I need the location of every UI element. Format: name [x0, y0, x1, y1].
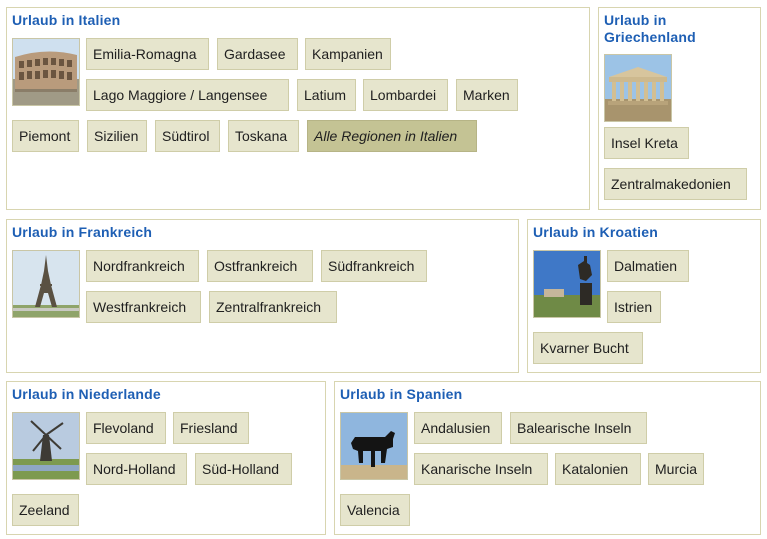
italy-colosseum-image[interactable] — [12, 38, 80, 106]
region-link[interactable]: Ostfrankreich — [207, 250, 313, 282]
croatia-statue-image[interactable] — [533, 250, 601, 318]
croatia-section: Urlaub in Kroatien Dalmatien Istrien Kvarn… — [527, 219, 761, 373]
region-link[interactable]: Murcia — [648, 453, 704, 485]
italy-title[interactable]: Urlaub in Italien — [12, 12, 120, 29]
region-link[interactable]: Nord-Holland — [86, 453, 187, 485]
greece-section: Urlaub in Griechenland Insel Kreta Zentral… — [598, 7, 761, 210]
region-link[interactable]: Friesland — [173, 412, 249, 444]
region-link[interactable]: Lombardei — [363, 79, 448, 111]
region-link[interactable]: Piemont — [12, 120, 79, 152]
france-eiffel-tower-image[interactable] — [12, 250, 80, 318]
all-regions-link[interactable]: Alle Regionen in Italien — [307, 120, 477, 152]
region-link[interactable]: Lago Maggiore / Langensee — [86, 79, 289, 111]
region-link[interactable]: Süd-Holland — [195, 453, 292, 485]
region-link[interactable]: Dalmatien — [607, 250, 689, 282]
region-link[interactable]: Valencia — [340, 494, 410, 526]
region-link[interactable]: Andalusien — [414, 412, 502, 444]
greece-title-line1: Urlaub in — [604, 12, 667, 28]
france-section: Urlaub in Frankreich Nordfrankreich Ostfr… — [6, 219, 519, 373]
greece-title[interactable]: Urlaub in Griechenland — [604, 12, 696, 46]
region-link[interactable]: Kvarner Bucht — [533, 332, 643, 364]
region-link[interactable]: Kampanien — [305, 38, 391, 70]
region-link[interactable]: Insel Kreta — [604, 127, 689, 159]
region-link[interactable]: Südtirol — [155, 120, 220, 152]
region-link[interactable]: Emilia-Romagna — [86, 38, 209, 70]
region-link[interactable]: Nordfrankreich — [86, 250, 199, 282]
region-link[interactable]: Zeeland — [12, 494, 79, 526]
spain-section: Urlaub in Spanien Andalusien Balearische … — [334, 381, 761, 535]
region-link[interactable]: Istrien — [607, 291, 661, 323]
region-link[interactable]: Gardasee — [217, 38, 298, 70]
croatia-title[interactable]: Urlaub in Kroatien — [533, 224, 658, 241]
france-title[interactable]: Urlaub in Frankreich — [12, 224, 152, 241]
region-link[interactable]: Toskana — [228, 120, 299, 152]
netherlands-windmill-image[interactable] — [12, 412, 80, 480]
region-link[interactable]: Latium — [297, 79, 356, 111]
netherlands-section: Urlaub in Niederlande Flevoland Friesland… — [6, 381, 326, 535]
region-link[interactable]: Kanarische Inseln — [414, 453, 548, 485]
region-link[interactable]: Sizilien — [87, 120, 147, 152]
region-link[interactable]: Marken — [456, 79, 518, 111]
greece-title-line2: Griechenland — [604, 29, 696, 45]
spain-bull-image[interactable] — [340, 412, 408, 480]
netherlands-title[interactable]: Urlaub in Niederlande — [12, 386, 161, 403]
region-link[interactable]: Südfrankreich — [321, 250, 427, 282]
region-link[interactable]: Westfrankreich — [86, 291, 201, 323]
region-link[interactable]: Balearische Inseln — [510, 412, 647, 444]
region-link[interactable]: Flevoland — [86, 412, 166, 444]
region-link[interactable]: Zentralfrankreich — [209, 291, 337, 323]
region-link[interactable]: Katalonien — [555, 453, 641, 485]
greece-parthenon-image[interactable] — [604, 54, 672, 122]
region-link[interactable]: Zentralmakedonien — [604, 168, 747, 200]
spain-title[interactable]: Urlaub in Spanien — [340, 386, 462, 403]
italy-section: Urlaub in Italien Emilia-Romagna Gardasee… — [6, 7, 590, 210]
